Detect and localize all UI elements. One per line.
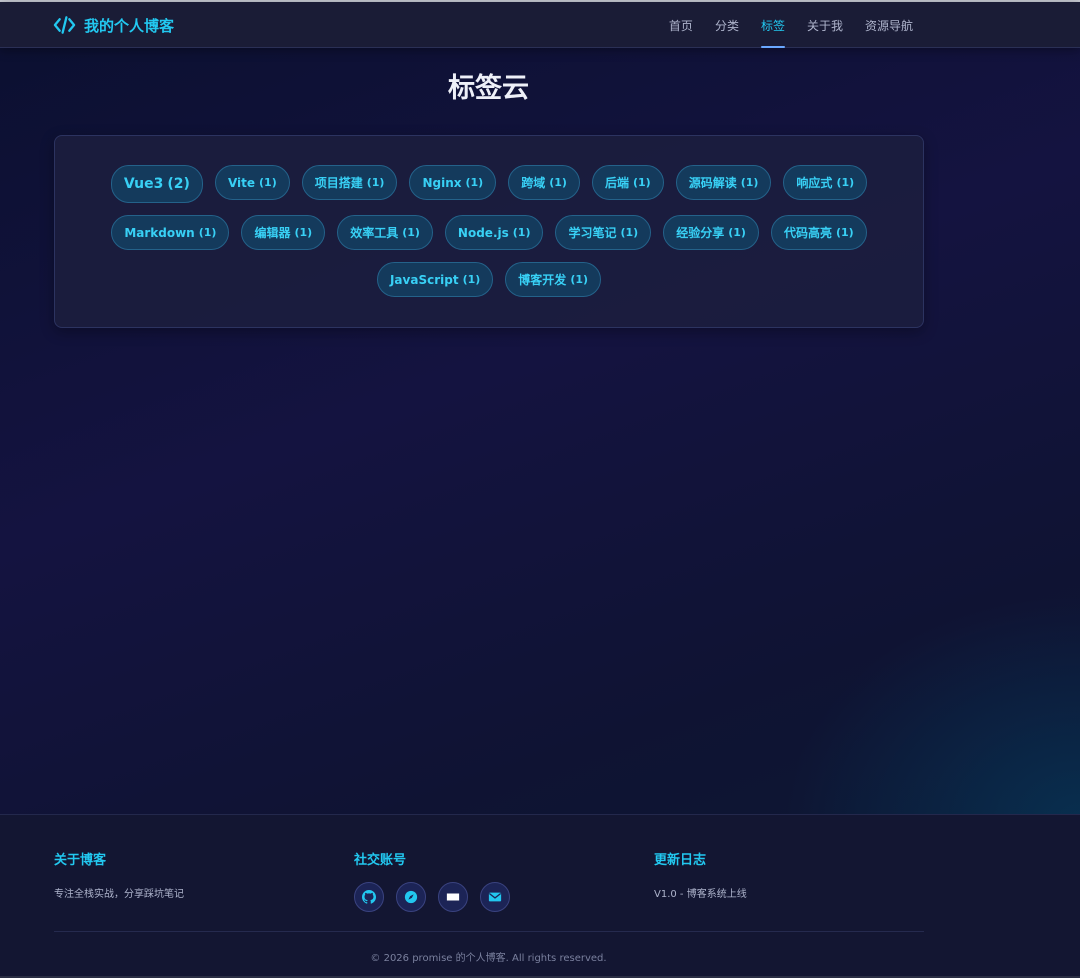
tag-nodejs[interactable]: Node.js (1) [444,215,544,250]
tag-nginx[interactable]: Nginx (1) [409,165,497,200]
tag-row: JavaScript (1) 博客开发 (1) [115,262,863,297]
tag-row: Vue3 (2) Vite (1) 项目搭建 (1) Nginx (1) 跨域 (1) 后… [110,165,868,203]
github-icon [362,890,376,904]
footer-divider [54,931,924,932]
tag-count: (1) [570,273,589,286]
card-link[interactable] [438,882,468,912]
tag-vue3[interactable]: Vue3 (2) [110,165,203,203]
footer-about-text: 专注全栈实战，分享踩坑笔记 [54,889,184,900]
mail-icon [488,892,502,902]
tag-count: (1) [465,176,484,189]
footer-social-title: 社交账号 [354,853,407,868]
tag-count: (1) [366,176,385,189]
tag-vite[interactable]: Vite (1) [214,165,290,200]
tag-javascript[interactable]: JavaScript (1) [376,262,494,297]
footer-changelog-title: 更新日志 [654,853,707,868]
tag-blog-dev[interactable]: 博客开发 (1) [505,262,602,297]
tag-count: (2) [167,176,190,192]
nav-item-tags[interactable]: 标签 [750,2,796,48]
tag-cloud-panel: Vue3 (2) Vite (1) 项目搭建 (1) Nginx (1) 跨域 (1) 后… [54,135,924,328]
footer-social: 社交账号 [354,849,510,912]
tag-name: 效率工具 [350,226,399,240]
copyright-text: © 2026 promise 的个人博客. All rights reserve… [370,953,607,964]
tag-name: 博客开发 [518,273,567,287]
tag-name: 项目搭建 [314,176,363,190]
tag-source-reading[interactable]: 源码解读 (1) [675,165,772,200]
tag-name: 经验分享 [676,226,725,240]
tag-count: (1) [620,226,639,239]
github-link[interactable] [354,882,384,912]
tag-name: 响应式 [796,176,833,190]
code-icon [53,16,76,34]
tag-project-setup[interactable]: 项目搭建 (1) [301,165,398,200]
tag-count: (1) [835,226,854,239]
social-links [354,882,510,912]
site-footer: 关于博客 专注全栈实战，分享踩坑笔记 社交账号 更新日志 V1.0 - 博客系统… [0,814,1080,978]
nav-item-categories[interactable]: 分类 [704,2,750,48]
tag-reactivity[interactable]: 响应式 (1) [783,165,868,200]
tag-name: 跨域 [521,176,546,190]
tag-study-notes[interactable]: 学习笔记 (1) [555,215,652,250]
site-logo[interactable]: 我的个人博客 [53,14,174,36]
tag-count: (1) [728,226,746,239]
nav-item-home[interactable]: 首页 [658,2,704,48]
tag-name: Node.js [457,225,509,240]
tag-name: Markdown [124,225,195,240]
tag-name: Vue3 [123,176,164,192]
tag-name: Vite [227,175,256,190]
tag-count: (1) [836,176,855,189]
nav-item-resources[interactable]: 资源导航 [854,2,924,48]
compass-icon [404,890,418,904]
footer-changelog-text: V1.0 - 博客系统上线 [654,889,747,900]
main-nav: 首页 分类 标签 关于我 资源导航 [658,2,924,48]
tag-count: (1) [198,226,217,239]
tag-backend[interactable]: 后端 (1) [591,165,664,200]
tag-count: (1) [512,226,531,239]
tag-productivity-tools[interactable]: 效率工具 (1) [337,215,433,250]
tag-count: (1) [462,273,481,286]
nav-item-about[interactable]: 关于我 [796,2,854,48]
tag-row: Markdown (1) 编辑器 (1) 效率工具 (1) Node.js (1) 学习… [111,215,867,250]
site-title: 我的个人博客 [84,16,175,35]
tag-name: 学习笔记 [568,226,617,240]
tag-code-highlight[interactable]: 代码高亮 (1) [770,215,867,250]
tag-name: 代码高亮 [783,226,832,240]
mail-link[interactable] [480,882,510,912]
tag-count: (1) [402,226,420,239]
page-title: 标签云 [448,73,529,104]
tag-name: 编辑器 [254,226,291,240]
tag-count: (1) [740,176,759,189]
tag-count: (1) [632,176,651,189]
tag-name: 源码解读 [688,176,737,190]
footer-changelog: 更新日志 V1.0 - 博客系统上线 [654,849,747,900]
card-icon [446,893,460,901]
tag-cors[interactable]: 跨域 (1) [508,165,580,200]
tag-count: (1) [549,176,567,189]
tag-experience-sharing[interactable]: 经验分享 (1) [663,215,759,250]
footer-about-title: 关于博客 [54,853,107,868]
tag-markdown[interactable]: Markdown (1) [111,215,230,250]
compass-link[interactable] [396,882,426,912]
tag-name: Nginx [422,175,462,190]
tag-count: (1) [259,176,277,189]
footer-about: 关于博客 专注全栈实战，分享踩坑笔记 [54,849,184,900]
tag-name: 后端 [604,176,629,190]
tag-count: (1) [294,226,313,239]
tag-editor[interactable]: 编辑器 (1) [241,215,326,250]
site-header: 我的个人博客 首页 分类 标签 关于我 资源导航 [0,2,1080,48]
tag-name: JavaScript [389,272,459,287]
